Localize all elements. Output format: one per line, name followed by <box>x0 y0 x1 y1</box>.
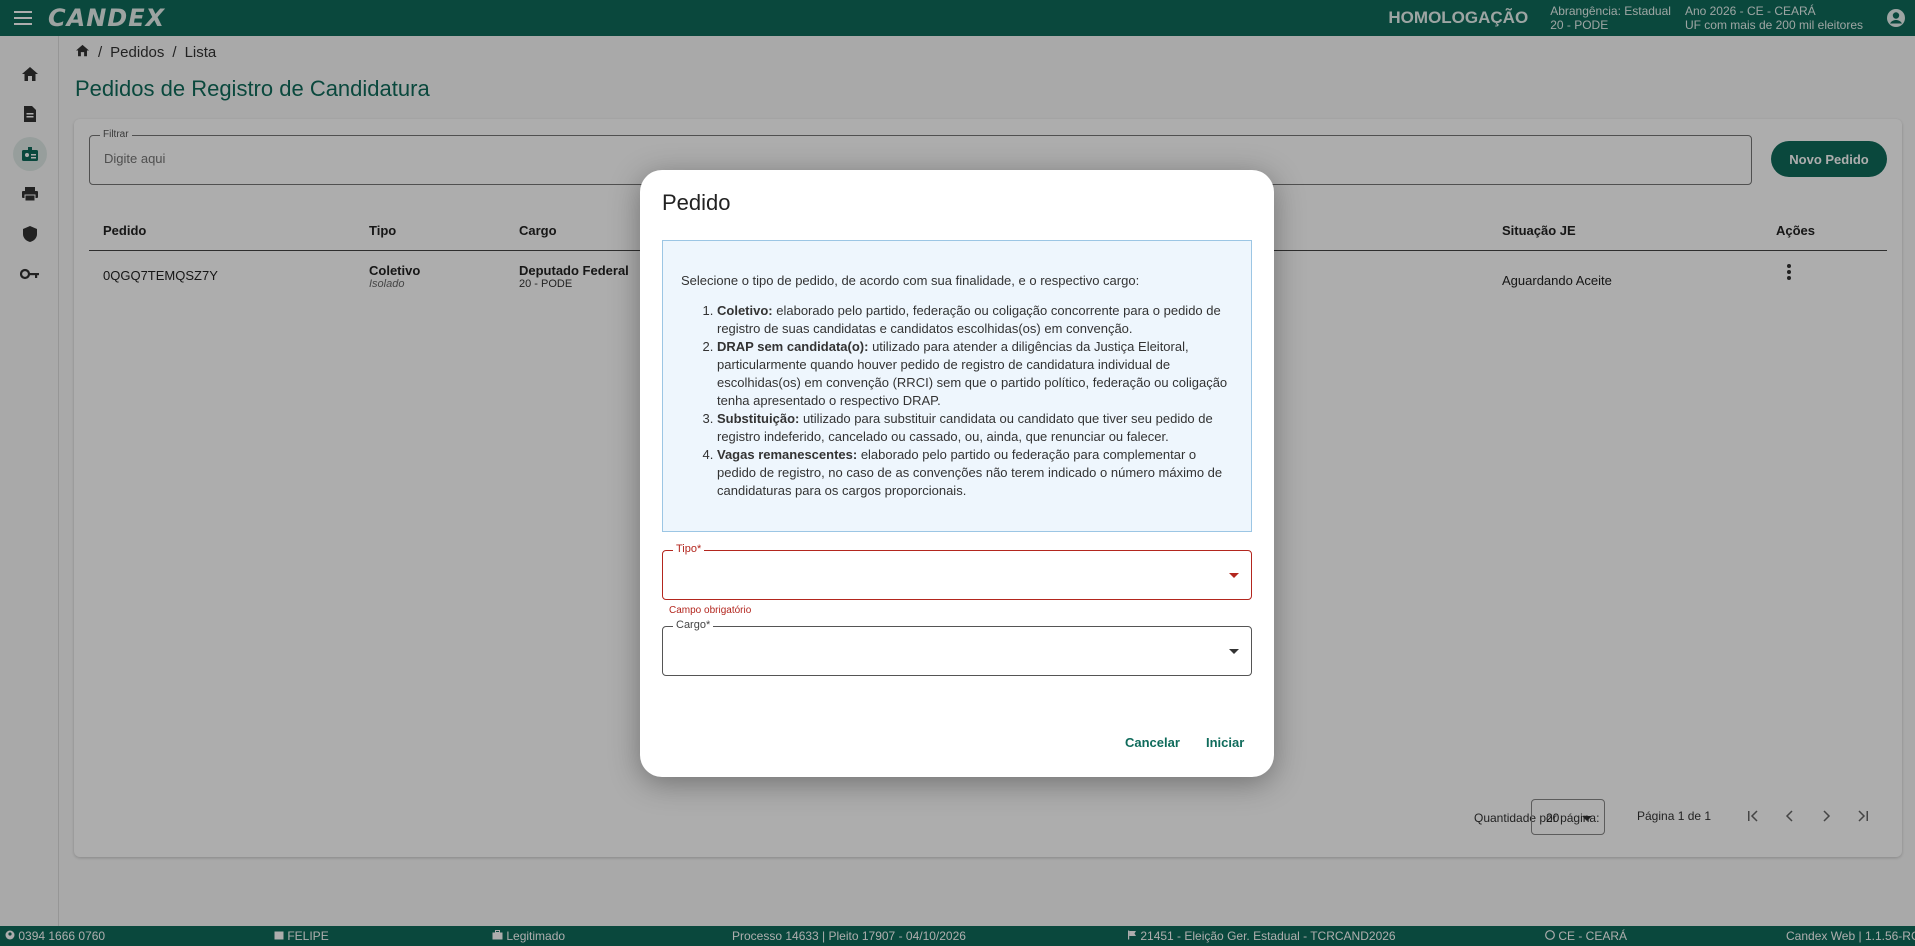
list-item: Vagas remanescentes: elaborado pelo part… <box>717 446 1237 500</box>
request-types-list: Coletivo: elaborado pelo partido, federa… <box>717 302 1237 500</box>
info-intro: Selecione o tipo de pedido, de acordo co… <box>681 273 1140 288</box>
request-dialog: Pedido Selecione o tipo de pedido, de ac… <box>640 170 1274 777</box>
cancel-button[interactable]: Cancelar <box>1125 735 1180 750</box>
item-term: Substituição: <box>717 411 800 426</box>
tipo-label: Tipo* <box>673 543 705 555</box>
item-term: Vagas remanescentes: <box>717 447 858 462</box>
chevron-down-icon <box>1229 649 1239 654</box>
item-text: elaborado pelo partido, federação ou col… <box>717 303 1221 336</box>
tipo-select[interactable]: Tipo* <box>662 543 1252 600</box>
list-item: Substituição: utilizado para substituir … <box>717 410 1237 446</box>
tipo-error: Campo obrigatório <box>669 605 752 616</box>
start-button[interactable]: Iniciar <box>1206 735 1244 750</box>
list-item: Coletivo: elaborado pelo partido, federa… <box>717 302 1237 338</box>
cargo-select[interactable]: Cargo* <box>662 619 1252 676</box>
item-term: Coletivo: <box>717 303 773 318</box>
dialog-title: Pedido <box>662 190 731 215</box>
chevron-down-icon <box>1229 573 1239 578</box>
item-term: DRAP sem candidata(o): <box>717 339 869 354</box>
cargo-label: Cargo* <box>673 619 714 631</box>
info-box: Selecione o tipo de pedido, de acordo co… <box>662 240 1252 532</box>
list-item: DRAP sem candidata(o): utilizado para at… <box>717 338 1237 410</box>
